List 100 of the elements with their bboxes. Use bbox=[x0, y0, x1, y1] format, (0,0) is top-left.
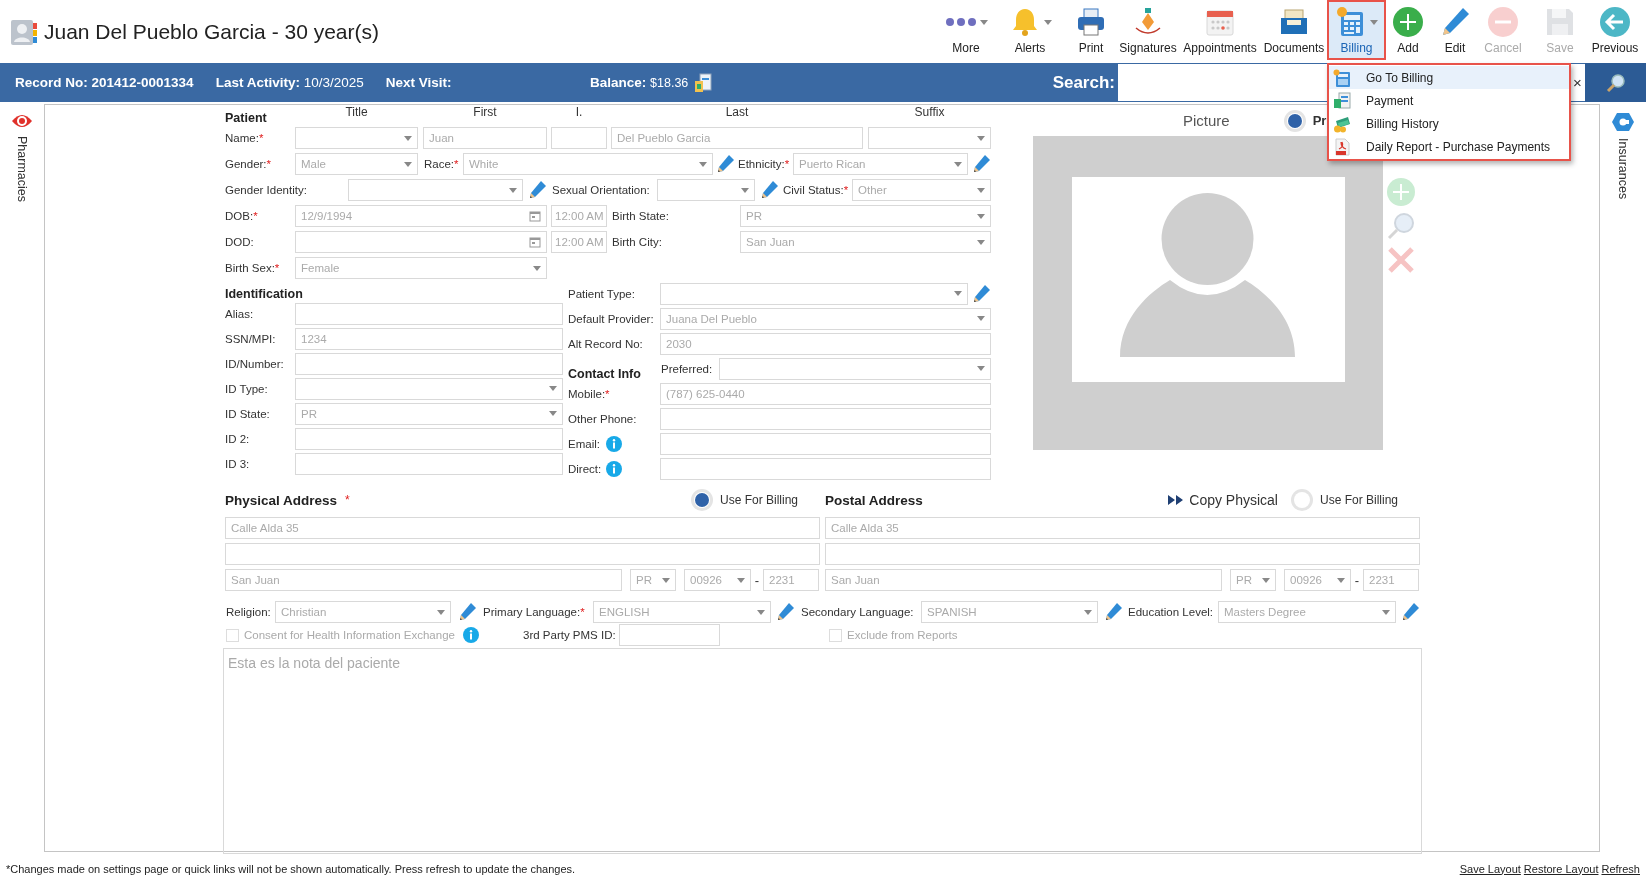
checkbox[interactable] bbox=[829, 628, 842, 642]
search-button[interactable] bbox=[1585, 63, 1646, 102]
text-field[interactable] bbox=[660, 432, 991, 455]
info-icon[interactable] bbox=[606, 435, 622, 452]
radio-button[interactable]: Use For Billing bbox=[689, 488, 798, 512]
toolbar-button[interactable]: Signatures bbox=[1118, 0, 1178, 60]
menu-item[interactable]: Go To Billing bbox=[1329, 66, 1569, 89]
copy-button[interactable]: Copy Physical bbox=[1168, 492, 1278, 508]
text-field[interactable]: 1234 bbox=[295, 327, 563, 350]
dropdown[interactable] bbox=[719, 357, 991, 380]
dropdown[interactable]: Male bbox=[295, 153, 418, 175]
text-field[interactable]: 2030 bbox=[660, 332, 991, 355]
text-field[interactable]: 2231 bbox=[763, 569, 819, 591]
text-field[interactable]: (787) 625-0440 bbox=[660, 382, 991, 405]
menu-item[interactable]: Daily Report - Purchase Payments bbox=[1329, 135, 1569, 158]
pencil-icon[interactable] bbox=[971, 283, 991, 304]
text-field[interactable] bbox=[660, 407, 991, 430]
footer-link[interactable]: Save Layout bbox=[1459, 862, 1521, 875]
dropdown[interactable]: Christian bbox=[275, 601, 451, 623]
text-field[interactable]: Juan bbox=[423, 127, 547, 149]
dropdown[interactable] bbox=[295, 377, 563, 400]
eye-target-icon[interactable] bbox=[11, 112, 33, 130]
toolbar-button[interactable]: Documents bbox=[1262, 0, 1326, 60]
dropdown[interactable]: PR bbox=[630, 569, 676, 591]
footer-link[interactable]: Restore Layout bbox=[1523, 862, 1599, 875]
text-field[interactable] bbox=[825, 543, 1420, 565]
badge-icon[interactable] bbox=[1611, 112, 1635, 132]
dropdown[interactable]: Juana Del Pueblo bbox=[660, 307, 991, 330]
text-field[interactable] bbox=[660, 457, 991, 480]
date-field[interactable] bbox=[295, 231, 547, 253]
side-tab[interactable]: Pharmacies bbox=[15, 136, 29, 202]
text-field[interactable]: San Juan bbox=[225, 569, 622, 591]
pencil-icon[interactable] bbox=[1400, 602, 1420, 622]
plus-icon[interactable] bbox=[1387, 178, 1415, 206]
text-field[interactable] bbox=[551, 127, 607, 149]
dropdown[interactable]: Female bbox=[295, 257, 547, 279]
text-field[interactable] bbox=[295, 427, 563, 450]
field-label: Direct: bbox=[568, 462, 603, 475]
dropdown[interactable] bbox=[868, 127, 991, 149]
date-field[interactable]: 12/9/1994 bbox=[295, 205, 547, 227]
text-field[interactable]: Calle Alda 35 bbox=[225, 517, 820, 539]
info-icon[interactable] bbox=[463, 627, 479, 643]
dropdown[interactable]: White bbox=[463, 153, 713, 175]
text-field[interactable]: Calle Alda 35 bbox=[825, 517, 1420, 539]
dropdown[interactable]: Masters Degree bbox=[1218, 601, 1396, 623]
notes-field[interactable]: Esta es la nota del paciente bbox=[223, 648, 1422, 854]
toolbar-button[interactable]: Billing bbox=[1327, 0, 1386, 60]
dropdown[interactable]: PR bbox=[295, 402, 563, 425]
footer-link[interactable]: Refresh bbox=[1601, 862, 1640, 875]
dropdown[interactable]: Other bbox=[852, 179, 991, 201]
menu-item[interactable]: Payment bbox=[1329, 89, 1569, 112]
text-field[interactable] bbox=[295, 452, 563, 475]
text-field[interactable] bbox=[295, 352, 563, 375]
pencil-icon[interactable] bbox=[457, 602, 477, 622]
dropdown[interactable]: 00926 bbox=[1284, 569, 1351, 591]
checkbox[interactable] bbox=[226, 628, 239, 642]
zip-separator: - bbox=[753, 572, 761, 588]
toolbar-button[interactable]: More bbox=[936, 0, 996, 60]
radio-button[interactable]: Use For Billing bbox=[1289, 488, 1398, 512]
receipt-icon[interactable] bbox=[694, 72, 713, 93]
toolbar-button[interactable]: Previous bbox=[1588, 0, 1642, 60]
search-icon[interactable] bbox=[1387, 212, 1415, 240]
dropdown[interactable]: ENGLISH bbox=[593, 601, 771, 623]
caret-icon bbox=[977, 187, 985, 193]
dropdown[interactable]: Puerto Rican bbox=[793, 153, 968, 175]
caret-icon bbox=[1337, 577, 1345, 583]
radio-button[interactable]: Pr bbox=[1282, 108, 1327, 133]
pencil-icon[interactable] bbox=[1103, 602, 1123, 622]
text-field[interactable] bbox=[295, 302, 563, 325]
dropdown[interactable]: SPANISH bbox=[921, 601, 1098, 623]
toolbar-button[interactable]: Add bbox=[1388, 0, 1428, 60]
dropdown[interactable]: San Juan bbox=[740, 231, 991, 253]
pencil-icon[interactable] bbox=[759, 180, 779, 200]
pencil-icon[interactable] bbox=[971, 154, 991, 174]
toolbar-button[interactable]: Appointments bbox=[1180, 0, 1260, 60]
field-label: Primary Language:* bbox=[483, 606, 586, 618]
pencil-icon[interactable] bbox=[527, 180, 547, 200]
text-field[interactable] bbox=[619, 624, 720, 646]
record-info: Next Visit: bbox=[385, 75, 452, 90]
toolbar-button[interactable]: Print bbox=[1066, 0, 1116, 60]
close-icon[interactable] bbox=[1387, 246, 1415, 274]
pencil-icon[interactable] bbox=[775, 602, 795, 622]
dropdown[interactable]: PR bbox=[1230, 569, 1276, 591]
menu-item[interactable]: Billing History bbox=[1329, 112, 1569, 135]
caret-icon bbox=[662, 577, 670, 583]
dropdown[interactable]: PR bbox=[740, 205, 991, 227]
toolbar-button[interactable]: Alerts bbox=[998, 0, 1062, 60]
field-label: Civil Status:* bbox=[783, 184, 850, 196]
dropdown[interactable]: 00926 bbox=[684, 569, 751, 591]
time-field[interactable]: 12:00 AM bbox=[551, 205, 607, 227]
text-field[interactable]: Del Pueblo Garcia bbox=[611, 127, 863, 149]
time-field[interactable]: 12:00 AM bbox=[551, 231, 607, 253]
text-field[interactable]: 2231 bbox=[1363, 569, 1419, 591]
side-tab[interactable]: Insurances bbox=[1616, 138, 1630, 200]
info-icon[interactable] bbox=[606, 460, 622, 477]
text-field[interactable]: San Juan bbox=[825, 569, 1222, 591]
text-field[interactable] bbox=[225, 543, 820, 565]
dropdown[interactable] bbox=[295, 127, 418, 149]
pencil-icon[interactable] bbox=[715, 154, 735, 174]
toolbar-button[interactable]: Edit bbox=[1432, 0, 1478, 60]
